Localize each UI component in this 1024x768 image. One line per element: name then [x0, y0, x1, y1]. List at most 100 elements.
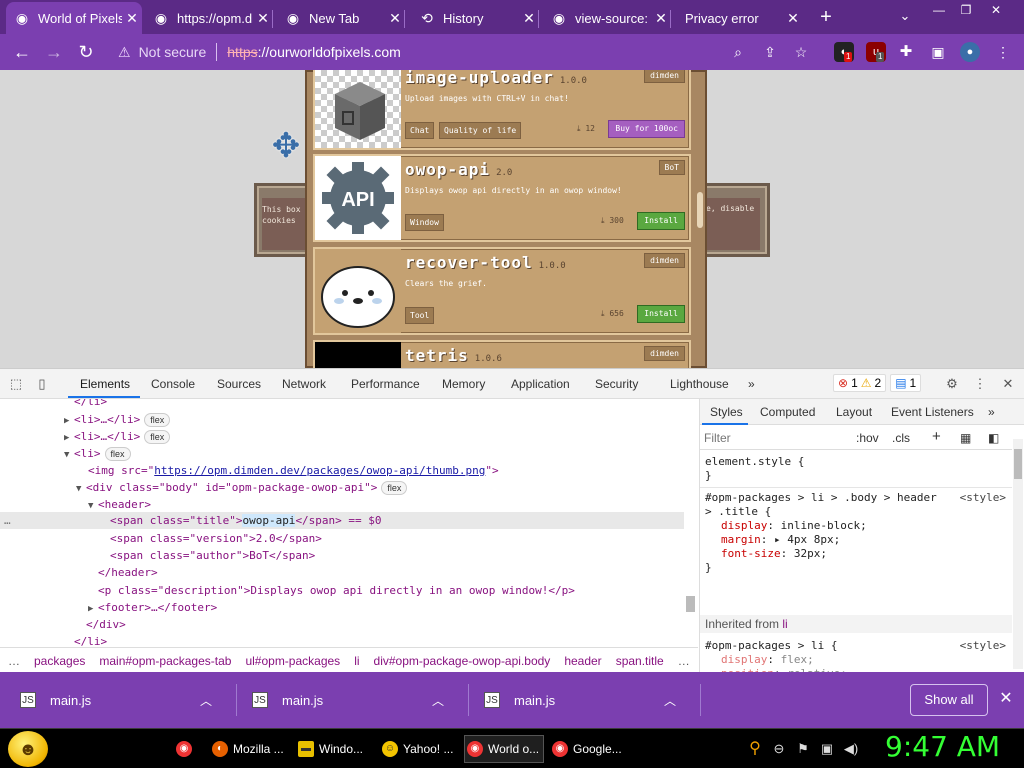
dom-node-span-author[interactable]: <span class="author">BoT</span> [110, 547, 315, 564]
taskbar-item-active[interactable]: ◉ World o... [464, 735, 544, 763]
breadcrumb-item[interactable]: packages [34, 654, 85, 668]
message-count[interactable]: ▤ 1 [890, 374, 922, 392]
search-icon[interactable]: ⚲ [746, 740, 764, 758]
dom-node-div[interactable]: ▼ <div class="body" id="opm-package-owop-… [76, 479, 408, 498]
star-icon[interactable]: ☆ [791, 42, 811, 62]
style-source-link[interactable]: <style> [960, 491, 1006, 505]
forward-icon[interactable]: → [42, 40, 66, 64]
share-icon[interactable]: ⇪ [760, 42, 780, 62]
reload-icon[interactable]: ↻ [74, 40, 98, 64]
collapse-arrow-icon[interactable]: ▼ [76, 481, 86, 498]
elements-tree[interactable]: </li> ▶ <li>…</li> flex ▶ <li>…</li> flex ▼ <… [0, 399, 698, 647]
dom-node-header-close[interactable]: </header> [98, 564, 158, 581]
breadcrumb-item[interactable]: main#opm-packages-tab [99, 654, 231, 668]
new-tab-button[interactable]: + [815, 6, 837, 28]
close-icon[interactable]: ✕ [996, 688, 1016, 712]
selected-text[interactable]: owop-api [242, 514, 296, 527]
close-icon[interactable]: ✕ [783, 10, 803, 27]
download-item[interactable]: JS main.js ︿ [20, 680, 230, 720]
tab-security[interactable]: Security [595, 377, 638, 391]
tray-icon[interactable]: ⊖ [770, 740, 788, 758]
flex-badge[interactable]: flex [381, 481, 408, 495]
style-source-link[interactable]: <style> [960, 639, 1006, 653]
install-button[interactable]: Install [637, 212, 685, 230]
window-close-button[interactable]: ✕ [982, 2, 1010, 18]
more-tabs-button[interactable]: » [988, 405, 995, 419]
dom-node[interactable]: ▼ <li> flex [64, 445, 131, 462]
taskbar-item[interactable]: ☺ Yahoo! ... [380, 735, 458, 763]
tab-history[interactable]: ⟲ History ✕ [411, 2, 539, 34]
breadcrumb-item[interactable]: div#opm-package-owop-api.body [374, 654, 551, 668]
tab-privacy-error[interactable]: Privacy error ✕ [675, 2, 803, 34]
tab-sources[interactable]: Sources [217, 377, 261, 391]
more-tabs-button[interactable]: » [748, 377, 755, 391]
address-bar[interactable]: ⚠ Not secure https://ourworldofpixels.co… [108, 38, 820, 66]
download-item[interactable]: JS main.js ︿ [484, 680, 694, 720]
sidebar-icon[interactable]: ▣ [928, 42, 948, 62]
tab-application[interactable]: Application [511, 377, 570, 391]
breadcrumb-item[interactable]: header [564, 654, 601, 668]
device-toggle-icon[interactable]: ▯ [34, 376, 50, 392]
chevron-up-icon[interactable]: ︿ [200, 692, 212, 709]
scrollbar[interactable] [1013, 439, 1023, 669]
tab-layout[interactable]: Layout [836, 405, 872, 419]
clock[interactable]: 9:47 AM [885, 730, 1000, 763]
tab-memory[interactable]: Memory [442, 377, 485, 391]
tab-opm[interactable]: ◉ https://opm.dimden.dev ✕ [145, 2, 273, 34]
tab-elements[interactable]: Elements [80, 377, 130, 391]
breadcrumb-item[interactable]: span.title [616, 654, 664, 668]
error-count[interactable]: ⊗ 1 ⚠ 2 [833, 374, 887, 392]
tab-new-tab[interactable]: ◉ New Tab ✕ [277, 2, 405, 34]
tab-network[interactable]: Network [282, 377, 326, 391]
inherited-element-link[interactable]: li [782, 617, 787, 631]
dom-node[interactable]: </li> [74, 399, 107, 410]
minimize-button[interactable]: — [925, 2, 953, 18]
download-item[interactable]: JS main.js ︿ [252, 680, 462, 720]
tab-performance[interactable]: Performance [351, 377, 420, 391]
flex-badge[interactable]: flex [144, 413, 171, 427]
install-button[interactable]: Install [637, 305, 685, 323]
close-icon[interactable]: ✕ [253, 10, 273, 27]
security-label[interactable]: Not secure [139, 44, 207, 60]
add-rule-icon[interactable]: + [932, 428, 941, 445]
dom-node-span-version[interactable]: <span class="version">2.0</span> [110, 530, 322, 547]
tab-console[interactable]: Console [151, 377, 195, 391]
tab-event-listeners[interactable]: Event Listeners [891, 405, 974, 419]
taskbar-item[interactable]: ▬ Windo... [296, 735, 372, 763]
back-icon[interactable]: ← [10, 40, 34, 64]
dom-node-div-close[interactable]: </div> [86, 616, 126, 633]
row-menu-dots[interactable]: … [4, 512, 11, 529]
sidebar-toggle-icon[interactable]: ◧ [988, 431, 999, 445]
css-rule-title[interactable]: <style> #opm-packages > li > .body > hea… [700, 491, 1012, 575]
dom-node-span-title[interactable]: <span class="title">owop-api</span> == $… [110, 512, 382, 529]
tab-lighthouse[interactable]: Lighthouse [670, 377, 729, 391]
tab-computed[interactable]: Computed [760, 405, 815, 419]
gear-icon[interactable]: ⚙ [944, 376, 960, 392]
class-toggle[interactable]: .cls [892, 431, 910, 445]
flex-badge[interactable]: flex [104, 447, 131, 461]
dom-node-p[interactable]: <p class="description">Displays owop api… [98, 582, 575, 599]
scrollbar[interactable] [697, 192, 703, 228]
avatar[interactable]: ● [960, 42, 980, 62]
puzzle-icon[interactable]: ✚ [896, 42, 916, 62]
dom-node-li-close[interactable]: </li> [74, 633, 107, 647]
img-src-link[interactable]: https://opm.dimden.dev/packages/owop-api… [154, 464, 485, 477]
inspect-icon[interactable]: ⬚ [8, 376, 24, 392]
volume-icon[interactable]: ◀) [842, 740, 860, 758]
tab-world-of-pixels[interactable]: ◉ World of Pixels ✕ [6, 2, 142, 34]
ublock-icon[interactable]: u1 [866, 42, 886, 62]
close-icon[interactable]: ✕ [385, 10, 405, 27]
issue-counters[interactable]: ⊗ 1 ⚠ 2 ▤ 1 [833, 374, 922, 392]
flex-badge[interactable]: flex [144, 430, 171, 444]
menu-icon[interactable]: ⋮ [993, 42, 1013, 62]
zoom-icon[interactable]: ⌕ [728, 42, 748, 62]
restore-button[interactable]: ❐ [952, 2, 980, 18]
element-style-rule[interactable]: element.style { } [700, 455, 1012, 483]
collapse-arrow-icon[interactable]: ▼ [88, 498, 98, 515]
buy-button[interactable]: Buy for 100oc [608, 120, 685, 138]
flag-icon[interactable]: ⚑ [794, 740, 812, 758]
taskbar-item[interactable]: ◉ Google... [550, 735, 630, 763]
close-icon[interactable]: ✕ [519, 10, 539, 27]
close-icon[interactable]: ✕ [122, 10, 142, 27]
chevron-up-icon[interactable]: ︿ [432, 692, 444, 709]
